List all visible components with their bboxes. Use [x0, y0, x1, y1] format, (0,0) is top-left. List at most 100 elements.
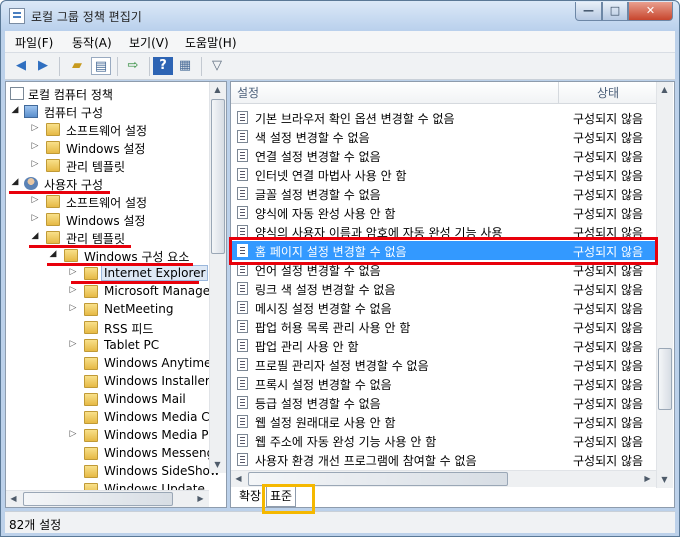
policy-setting-row[interactable]: 색 설정 변경할 수 없음 구성되지 않음 — [231, 127, 656, 146]
scrollbar-thumb[interactable] — [248, 472, 508, 486]
menu-action[interactable]: 동작(A) — [72, 34, 112, 51]
tree-node-windows-settings[interactable]: ▷ Windows 설정 — [6, 211, 211, 229]
policy-setting-row[interactable]: 메시징 설정 변경할 수 없음 구성되지 않음 — [231, 298, 656, 317]
tree-node-software-settings[interactable]: ▷ 소프트웨어 설정 — [6, 193, 211, 211]
scrollbar-thumb[interactable] — [23, 492, 173, 506]
expand-arrow-icon[interactable]: ▷ — [30, 195, 40, 205]
collapse-arrow-icon[interactable]: ◢ — [10, 105, 20, 115]
scroll-left-icon[interactable]: ◀ — [6, 491, 21, 506]
tree-node-microsoft-manager[interactable]: ▷ Microsoft Manager — [6, 283, 215, 301]
tree-node-netmeeting[interactable]: ▷ NetMeeting — [6, 301, 211, 319]
scrollbar-thumb[interactable] — [211, 99, 225, 254]
tree-node-software-settings[interactable]: ▷ 소프트웨어 설정 — [6, 121, 211, 139]
policy-setting-row[interactable]: 연결 설정 변경할 수 없음 구성되지 않음 — [231, 146, 656, 165]
user-icon — [24, 177, 38, 190]
scroll-left-icon[interactable]: ◀ — [231, 471, 246, 486]
menu-help[interactable]: 도움말(H) — [185, 34, 237, 51]
policy-setting-icon — [237, 187, 248, 200]
tab-extended[interactable]: 확장 — [236, 487, 264, 507]
column-header-setting[interactable]: 설정 — [231, 82, 559, 104]
policy-setting-row[interactable]: 프록시 설정 변경할 수 없음 구성되지 않음 — [231, 374, 656, 393]
settings-list-pane[interactable]: 설정 상태 기본 브라우저 확인 옵션 변경할 수 없음 구성되지 않음 색 설정 … — [230, 81, 675, 508]
column-header-state[interactable]: 상태 — [559, 82, 656, 104]
collapse-arrow-icon[interactable]: ◢ — [48, 249, 58, 259]
title-bar[interactable]: 로컬 그룹 정책 편집기 — □ ✕ — [1, 1, 679, 31]
tree-node-local-computer-policy[interactable]: 로컬 컴퓨터 정책 — [6, 85, 211, 103]
scroll-up-icon[interactable]: ▲ — [657, 82, 672, 97]
minimize-button[interactable]: — — [575, 2, 602, 21]
policy-setting-row[interactable]: 프로필 관리자 설정 변경할 수 없음 구성되지 않음 — [231, 355, 656, 374]
tree-node-windows-sideshow[interactable]: Windows SideShow — [6, 463, 220, 481]
policy-setting-row[interactable]: 언어 설정 변경할 수 없음 구성되지 않음 — [231, 260, 656, 279]
tree-node-computer-config[interactable]: ◢ 컴퓨터 구성 — [6, 103, 211, 121]
list-horizontal-scrollbar[interactable]: ◀ ▶ — [231, 470, 656, 487]
expand-arrow-icon[interactable]: ▷ — [68, 285, 78, 295]
folder-icon — [84, 411, 98, 424]
tree-node-windows-settings[interactable]: ▷ Windows 설정 — [6, 139, 211, 157]
policy-setting-row[interactable]: 팝업 허용 목록 관리 사용 안 함 구성되지 않음 — [231, 317, 656, 336]
back-arrow-icon[interactable]: ◀ — [11, 57, 31, 75]
policy-setting-row[interactable]: 양식에 자동 완성 사용 안 함 구성되지 않음 — [231, 203, 656, 222]
policy-setting-row[interactable]: 글꼴 설정 변경할 수 없음 구성되지 않음 — [231, 184, 656, 203]
export-list-icon[interactable]: ⇨ — [123, 57, 143, 75]
maximize-button[interactable]: □ — [602, 2, 628, 21]
expand-arrow-icon[interactable]: ▷ — [68, 429, 78, 439]
policy-setting-row[interactable]: 사용자 환경 개선 프로그램에 참여할 수 없음 구성되지 않음 — [231, 450, 656, 469]
list-vertical-scrollbar[interactable]: ▲ ▼ — [656, 82, 673, 488]
scrollbar-thumb[interactable] — [658, 348, 672, 410]
filter-icon[interactable]: ▽ — [207, 57, 227, 75]
show-tree-icon[interactable]: ▤ — [91, 57, 111, 75]
folder-icon — [84, 393, 98, 406]
policy-setting-name: 홈 페이지 설정 변경할 수 없음 — [255, 245, 407, 259]
tree-node-windows-anytime[interactable]: Windows Anytime — [6, 355, 211, 373]
tree-node-windows-installer[interactable]: Windows Installer — [6, 373, 211, 391]
policy-setting-row[interactable]: 팝업 관리 사용 안 함 구성되지 않음 — [231, 336, 656, 355]
policy-setting-row[interactable]: 홈 페이지 설정 변경할 수 없음 구성되지 않음 — [231, 241, 656, 260]
expand-arrow-icon[interactable]: ▷ — [68, 339, 78, 349]
policy-setting-row[interactable]: 링크 색 설정 변경할 수 없음 구성되지 않음 — [231, 279, 656, 298]
tree-node-windows-media-center[interactable]: Windows Media Ce — [6, 409, 217, 427]
policy-setting-name: 팝업 관리 사용 안 함 — [255, 340, 359, 354]
expand-arrow-icon[interactable]: ▷ — [68, 303, 78, 313]
folder-icon — [84, 267, 98, 280]
tree-node-windows-media-player[interactable]: ▷ Windows Media Pla — [6, 427, 219, 445]
policy-setting-row[interactable]: 인터넷 연결 마법사 사용 안 함 구성되지 않음 — [231, 165, 656, 184]
expand-arrow-icon[interactable]: ▷ — [30, 159, 40, 169]
tree-node-windows-messenger[interactable]: Windows Messenge — [6, 445, 222, 463]
tree-vertical-scrollbar[interactable]: ▲ ▼ — [209, 82, 226, 473]
scroll-down-icon[interactable]: ▼ — [210, 457, 225, 472]
tree-node-admin-templates[interactable]: ▷ 관리 템플릿 — [6, 157, 211, 175]
menu-view[interactable]: 보기(V) — [129, 34, 169, 51]
tree-node-tablet-pc[interactable]: ▷ Tablet PC — [6, 337, 211, 355]
policy-setting-row[interactable]: 웹 설정 원래대로 사용 안 함 구성되지 않음 — [231, 412, 656, 431]
expand-arrow-icon[interactable]: ▷ — [30, 123, 40, 133]
tree-node-windows-mail[interactable]: Windows Mail — [6, 391, 211, 409]
tab-standard[interactable]: 표준 — [266, 487, 297, 507]
collapse-arrow-icon[interactable]: ◢ — [10, 177, 20, 187]
document-icon — [10, 87, 24, 100]
forward-arrow-icon[interactable]: ▶ — [33, 57, 53, 75]
scroll-right-icon[interactable]: ▶ — [640, 471, 655, 486]
tree-node-rss-feeds[interactable]: RSS 피드 — [6, 319, 211, 337]
expand-arrow-icon[interactable]: ▷ — [30, 141, 40, 151]
up-folder-icon[interactable]: ▰ — [67, 57, 87, 75]
policy-setting-row[interactable]: 양식의 사용자 이름과 암호에 자동 완성 기능 사용 구성되지 않음 — [231, 222, 656, 241]
help-icon[interactable]: ? — [153, 57, 173, 75]
policy-setting-row[interactable]: 웹 주소에 자동 완성 기능 사용 안 함 구성되지 않음 — [231, 431, 656, 450]
properties-icon[interactable]: ▦ — [175, 57, 195, 75]
expand-arrow-icon[interactable]: ▷ — [68, 267, 78, 277]
policy-setting-row[interactable]: 기본 브라우저 확인 옵션 변경할 수 없음 구성되지 않음 — [231, 108, 656, 127]
expand-arrow-icon[interactable]: ▷ — [30, 213, 40, 223]
close-button[interactable]: ✕ — [628, 2, 673, 21]
scroll-up-icon[interactable]: ▲ — [210, 82, 225, 97]
scroll-down-icon[interactable]: ▼ — [657, 472, 672, 487]
menu-file[interactable]: 파일(F) — [15, 34, 53, 51]
policy-setting-row[interactable]: 등급 설정 변경할 수 없음 구성되지 않음 — [231, 393, 656, 412]
scroll-right-icon[interactable]: ▶ — [193, 491, 208, 506]
collapse-arrow-icon[interactable]: ◢ — [30, 231, 40, 241]
policy-setting-icon — [237, 206, 248, 219]
tree-pane[interactable]: 로컬 컴퓨터 정책 ◢ 컴퓨터 구성 ▷ 소프트웨어 설정 ▷ Windows … — [5, 81, 227, 508]
tree-horizontal-scrollbar[interactable]: ◀ ▶ — [6, 490, 209, 507]
folder-icon — [84, 357, 98, 370]
underline-user-config — [9, 191, 110, 194]
